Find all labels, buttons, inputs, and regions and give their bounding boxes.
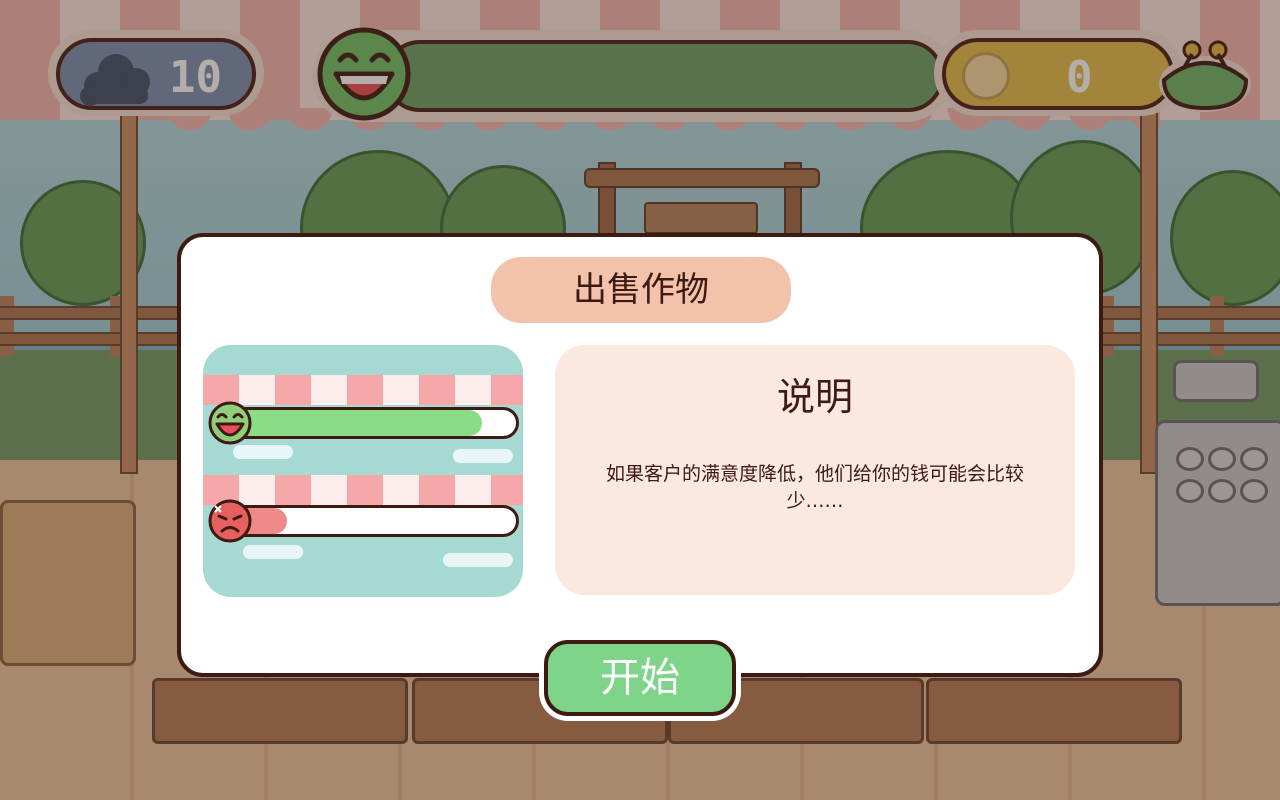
satisfaction-fill-happy	[230, 410, 482, 436]
satisfaction-bar-happy	[227, 407, 519, 439]
dialog-title: 出售作物	[491, 257, 791, 323]
instructions-title: 说明	[776, 375, 853, 419]
sell-crops-dialog: 出售作物 说明 如果客户的满意度降低，他们给你的钱可能会比较少……	[177, 233, 1103, 677]
start-button[interactable]: 开始	[544, 640, 736, 716]
instructions-panel: 说明 如果客户的满意度降低，他们给你的钱可能会比较少……	[555, 345, 1075, 595]
instructions-text: 如果客户的满意度降低，他们给你的钱可能会比较少……	[605, 463, 1024, 512]
tutorial-preview-image	[203, 345, 523, 597]
satisfaction-bar-angry	[227, 505, 519, 537]
angry-face-icon	[208, 499, 252, 543]
happy-face-icon	[208, 401, 252, 445]
